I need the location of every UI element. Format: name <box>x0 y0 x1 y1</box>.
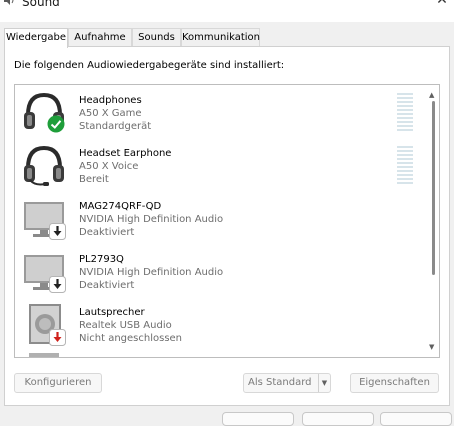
set-default-label: Als Standard <box>248 377 312 388</box>
device-description: A50 X Game <box>79 108 142 119</box>
scroll-down-arrow-icon[interactable]: ▼ <box>429 343 434 351</box>
device-description: A50 X Voice <box>79 161 139 172</box>
disabled-arrow-icon <box>49 276 66 293</box>
device-status: Deaktiviert <box>79 227 135 238</box>
device-item-headset-earphone[interactable]: Headset Earphone A50 X Voice Bereit <box>15 140 425 192</box>
level-meter <box>397 146 413 186</box>
device-item-mag274qrf-qd[interactable]: MAG274QRF-QD NVIDIA High Definition Audi… <box>15 193 425 245</box>
device-list-heading: Die folgenden Audiowiedergabegeräte sind… <box>14 60 285 71</box>
scroll-up-arrow-icon[interactable]: ▲ <box>429 91 434 99</box>
device-name: Headphones <box>79 95 142 106</box>
tab-sounds[interactable]: Sounds <box>132 28 181 47</box>
device-name: Headset Earphone <box>79 148 172 159</box>
close-icon: ✕ <box>436 0 448 8</box>
title-bar: Sound ✕ <box>0 0 454 22</box>
properties-button[interactable]: Eigenschaften <box>350 373 439 393</box>
tab-recording[interactable]: Aufnahme <box>68 28 132 47</box>
level-meter <box>397 93 413 133</box>
device-item-lautsprecher[interactable]: Lautsprecher Realtek USB Audio Nicht ang… <box>15 299 425 351</box>
ok-button[interactable] <box>222 412 294 426</box>
device-name: PL2793Q <box>79 254 124 265</box>
apply-button[interactable] <box>380 412 452 426</box>
device-status: Nicht angeschlossen <box>79 333 183 344</box>
tab-playback[interactable]: Wiedergabe <box>4 28 68 48</box>
chevron-down-icon[interactable]: ▼ <box>318 374 330 392</box>
unplugged-arrow-icon <box>49 329 66 346</box>
window-title: Sound <box>22 0 60 9</box>
scrollbar-thumb[interactable] <box>432 101 435 275</box>
device-description: NVIDIA High Definition Audio <box>79 214 224 225</box>
device-status: Deaktiviert <box>79 280 135 291</box>
device-status: Bereit <box>79 174 109 185</box>
close-button[interactable]: ✕ <box>432 0 452 8</box>
device-description: NVIDIA High Definition Audio <box>79 267 224 278</box>
device-item-pl2793q[interactable]: PL2793Q NVIDIA High Definition Audio Dea… <box>15 246 425 298</box>
cancel-button[interactable] <box>302 412 374 426</box>
device-status: Standardgerät <box>79 121 152 132</box>
default-check-icon <box>47 115 65 133</box>
next-device-peek <box>29 353 59 357</box>
set-default-button[interactable]: Als Standard ▼ <box>243 373 331 393</box>
device-list-scrollbar[interactable]: ▲ ▼ <box>427 85 439 357</box>
speaker-app-icon <box>4 0 14 5</box>
tab-communication[interactable]: Kommunikation <box>181 28 260 47</box>
device-list[interactable]: Headphones A50 X Game Standardgerät Head… <box>14 84 440 358</box>
device-name: Lautsprecher <box>79 307 145 318</box>
device-item-headphones[interactable]: Headphones A50 X Game Standardgerät <box>15 87 425 139</box>
device-name: MAG274QRF-QD <box>79 201 162 212</box>
headset-mic-icon <box>24 145 64 186</box>
device-description: Realtek USB Audio <box>79 320 172 331</box>
configure-button[interactable]: Konfigurieren <box>14 373 102 393</box>
disabled-arrow-icon <box>49 223 66 240</box>
